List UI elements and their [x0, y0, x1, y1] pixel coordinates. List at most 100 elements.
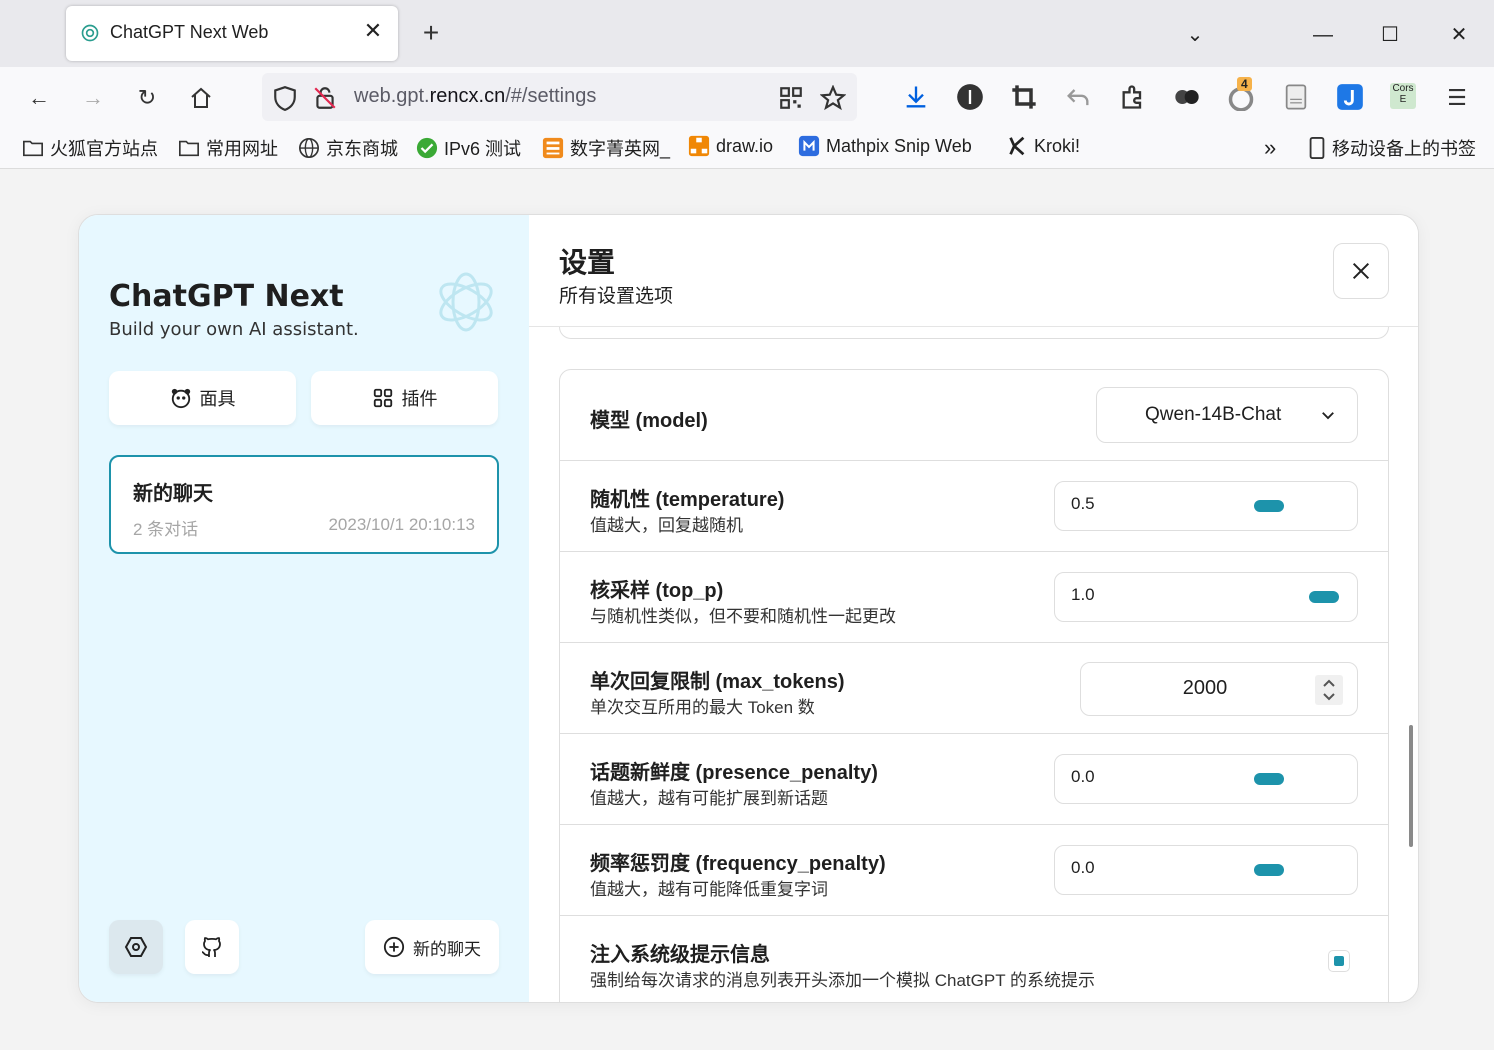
bookmark-item[interactable]: 京东商城: [298, 135, 398, 161]
settings-header: 设置 所有设置选项: [529, 215, 1418, 327]
page-subtitle: 所有设置选项: [559, 286, 674, 307]
setting-row-temperature: 随机性 (temperature) 值越大，回复越随机 0.5: [560, 461, 1388, 552]
bookmark-item[interactable]: IPv6 测试: [416, 135, 521, 161]
setting-row-model: 模型 (model) Qwen-14B-Chat: [560, 370, 1388, 461]
info-extension-icon[interactable]: [956, 83, 984, 111]
github-icon: [201, 937, 221, 957]
settings-panel: 模型 (model) Qwen-14B-Chat 随机性 (temperatur…: [529, 215, 1418, 1002]
github-button[interactable]: [185, 920, 239, 974]
bookmark-item[interactable]: 火狐官方站点: [22, 135, 158, 161]
new-chat-button[interactable]: 新的聊天: [365, 920, 499, 974]
globe-icon: [299, 138, 319, 158]
back-icon[interactable]: ←: [22, 81, 56, 115]
settings-button[interactable]: [109, 920, 163, 974]
slider-thumb[interactable]: [1254, 500, 1284, 512]
digital-elite-icon: [542, 137, 564, 159]
undo-extension-icon[interactable]: [1064, 83, 1092, 111]
setting-row-presence-penalty: 话题新鲜度 (presence_penalty) 值越大，越有可能扩展到新话题 …: [560, 734, 1388, 825]
close-icon: [1352, 262, 1370, 280]
crop-icon[interactable]: [1010, 83, 1038, 111]
plugin-button[interactable]: 插件: [311, 371, 498, 425]
bookmark-item[interactable]: 数字菁英网_: [542, 135, 670, 161]
bookmark-item[interactable]: draw.io: [688, 135, 773, 157]
frequency-penalty-slider[interactable]: 0.0: [1054, 845, 1358, 895]
slider-value: 0.5: [1071, 494, 1095, 513]
bookmark-item[interactable]: Kroki!: [1006, 135, 1080, 157]
page-scrollbar[interactable]: [1409, 725, 1413, 847]
setting-description: 值越大，回复越随机: [590, 516, 743, 535]
sidebar-title: ChatGPT Next: [109, 279, 344, 314]
setting-row-frequency-penalty: 频率惩罚度 (frequency_penalty) 值越大，越有可能降低重复字词…: [560, 825, 1388, 916]
setting-label: 注入系统级提示信息: [590, 944, 770, 966]
mathpix-icon: [798, 135, 820, 157]
inject-system-checkbox[interactable]: [1328, 950, 1350, 972]
chat-list-item[interactable]: 新的聊天 2 条对话 2023/10/1 20:10:13: [109, 455, 499, 554]
model-select[interactable]: Qwen-14B-Chat: [1096, 387, 1358, 443]
temperature-slider[interactable]: 0.5: [1054, 481, 1358, 531]
slider-thumb[interactable]: [1254, 773, 1284, 785]
bookmark-item[interactable]: Mathpix Snip Web: [798, 135, 972, 157]
spinner-arrows-icon[interactable]: [1315, 675, 1343, 705]
tab-close-icon[interactable]: ✕: [360, 18, 386, 44]
setting-description: 强制给每次请求的消息列表开头添加一个模拟 ChatGPT 的系统提示: [590, 971, 1095, 990]
mask-button[interactable]: 面具: [109, 371, 296, 425]
menu-icon[interactable]: ☰: [1440, 81, 1474, 115]
setting-label: 话题新鲜度 (presence_penalty): [590, 762, 878, 784]
list-tabs-icon[interactable]: ⌄: [1180, 20, 1210, 50]
folder-icon: [179, 140, 199, 157]
slider-thumb[interactable]: [1254, 864, 1284, 876]
insecure-lock-icon[interactable]: [312, 85, 338, 111]
bookmark-star-icon[interactable]: [820, 85, 846, 111]
maximize-icon[interactable]: ☐: [1375, 20, 1405, 50]
top-p-slider[interactable]: 1.0: [1054, 572, 1358, 622]
bookmark-item[interactable]: 移动设备上的书签: [1308, 135, 1476, 161]
reload-icon[interactable]: ↻: [130, 81, 164, 115]
bookmarks-bar: 火狐官方站点 常用网址 京东商城 IPv6 测试 数字菁英网_ draw.io …: [0, 129, 1494, 169]
setting-description: 值越大，越有可能降低重复字词: [590, 880, 828, 899]
minimize-icon[interactable]: —: [1308, 20, 1338, 50]
new-tab-icon[interactable]: +: [416, 18, 446, 48]
close-settings-button[interactable]: [1333, 243, 1389, 299]
slider-value: 0.0: [1071, 767, 1095, 786]
checkmark-icon: [416, 137, 438, 159]
openai-favicon-icon: [81, 24, 99, 42]
sidebar: ChatGPT Next Build your own AI assistant…: [79, 215, 529, 1002]
reader-icon[interactable]: [1282, 83, 1310, 111]
window-close-icon[interactable]: ✕: [1444, 20, 1474, 50]
bookmark-item[interactable]: 常用网址: [178, 135, 278, 161]
slider-thumb[interactable]: [1309, 591, 1339, 603]
mask-icon: [171, 388, 190, 409]
more-bookmarks-icon[interactable]: »: [1264, 135, 1276, 161]
setting-label: 核采样 (top_p): [590, 580, 724, 602]
cors-extension-icon[interactable]: Cors E: [1390, 83, 1416, 109]
setting-row-max-tokens: 单次回复限制 (max_tokens) 单次交互所用的最大 Token 数 20…: [560, 643, 1388, 734]
browser-tab-bar: ChatGPT Next Web ✕ + ⌄ — ☐ ✕: [0, 0, 1494, 67]
slider-value: 1.0: [1071, 585, 1095, 604]
qr-code-icon[interactable]: [778, 85, 804, 111]
forward-icon[interactable]: →: [76, 81, 110, 115]
browser-tab[interactable]: ChatGPT Next Web ✕: [66, 6, 398, 61]
home-icon[interactable]: [184, 81, 218, 115]
sidebar-subtitle: Build your own AI assistant.: [109, 319, 359, 340]
chevron-down-icon: [1322, 412, 1334, 420]
mobile-icon: [1309, 137, 1325, 159]
presence-penalty-slider[interactable]: 0.0: [1054, 754, 1358, 804]
shield-icon[interactable]: [272, 85, 298, 111]
setting-description: 与随机性类似，但不要和随机性一起更改: [590, 607, 896, 626]
setting-description: 值越大，越有可能扩展到新话题: [590, 789, 828, 808]
url-bar[interactable]: web.gpt.rencx.cn/#/settings: [262, 73, 857, 121]
j-extension-icon[interactable]: [1336, 83, 1364, 111]
setting-label: 模型 (model): [590, 410, 708, 432]
slider-value: 0.0: [1071, 858, 1095, 877]
setting-row-top-p: 核采样 (top_p) 与随机性类似，但不要和随机性一起更改 1.0: [560, 552, 1388, 643]
folder-icon: [23, 140, 43, 157]
download-icon[interactable]: [902, 83, 930, 111]
dots-extension-icon[interactable]: [1173, 83, 1201, 111]
max-tokens-input[interactable]: 2000: [1080, 662, 1358, 716]
setting-description: 单次交互所用的最大 Token 数: [590, 698, 815, 717]
puzzle-extension-icon[interactable]: [1119, 83, 1147, 111]
model-settings-card: 模型 (model) Qwen-14B-Chat 随机性 (temperatur…: [559, 369, 1389, 1002]
browser-nav-bar: ← → ↻ web.gpt.rencx.cn/#/settings 4 Cors…: [0, 67, 1494, 129]
drawio-icon: [688, 135, 710, 157]
badge-extension-icon[interactable]: 4: [1227, 77, 1255, 112]
